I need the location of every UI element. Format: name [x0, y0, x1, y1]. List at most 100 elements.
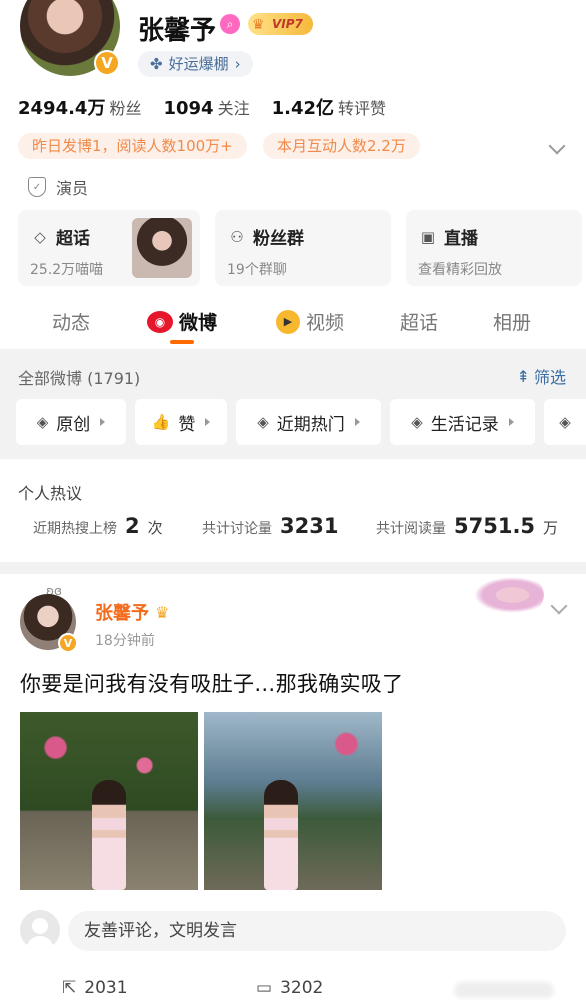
stat-number: 2494.4万 [18, 98, 106, 119]
hot-item-discussion: 共计讨论量 3231 [202, 514, 338, 538]
profile-stats: 2494.4万 粉丝 1094 关注 1.42亿 转评赞 [18, 94, 386, 120]
post-photo-1[interactable] [20, 712, 198, 890]
chip-label: 原创 [56, 414, 91, 435]
personal-hot-section: 个人热议 近期热搜上榜 2 次 共计讨论量 3231 共计阅读量 5751.5 … [0, 470, 586, 562]
hot-label: 共计阅读量 [376, 521, 446, 537]
my-avatar-placeholder [20, 910, 60, 950]
layers-icon: ◈ [559, 413, 571, 431]
expand-chevron-icon[interactable] [548, 137, 566, 155]
author-label: 张馨予 [95, 603, 149, 624]
weibo-logo-icon: ◉ [147, 310, 173, 333]
stat-number: 1094 [163, 98, 214, 119]
like-button-blurred[interactable] [454, 982, 554, 998]
comment-input[interactable]: 友善评论，文明发言 [68, 911, 566, 951]
interaction-tag[interactable]: 本月互动人数2.2万 [263, 133, 420, 159]
post-author-name[interactable]: 张馨予 ♛ [95, 599, 169, 625]
verified-badge-icon: V [58, 633, 78, 653]
stat-number: 1.42亿 [271, 98, 335, 119]
post-text: 你要是问我有没有吸肚子…那我确实吸了 [20, 672, 404, 696]
shield-check-icon: ✓ [28, 177, 46, 197]
tab-label: 微博 [179, 312, 218, 334]
hot-label: 近期热搜上榜 [33, 521, 117, 537]
card-subtitle: 查看精彩回放 [418, 262, 502, 278]
hot-title: 个人热议 [18, 484, 83, 503]
filter-icon: ⇞ [516, 366, 530, 386]
hot-unit: 万 [543, 519, 559, 537]
diamond-icon: ◇ [34, 227, 46, 246]
post-photo-2[interactable] [204, 712, 382, 890]
card-decoration-image [474, 577, 544, 613]
hot-label: 共计讨论量 [202, 521, 272, 537]
chip-recent-hot[interactable]: ◈ 近期热门 [236, 399, 381, 445]
group-icon: ⚇ [230, 227, 244, 246]
role-row: ✓ 演员 [28, 175, 88, 199]
chevron-right-icon: › [234, 55, 241, 73]
luck-label: 好运爆棚 [168, 55, 229, 73]
layers-icon: ◈ [36, 413, 49, 431]
share-icon: ⇱ [62, 978, 77, 998]
hot-value: 3231 [280, 514, 339, 538]
supertopic-thumbnail [132, 218, 192, 278]
chip-life-record[interactable]: ◈ 生活记录 [390, 399, 535, 445]
tab-label: 视频 [306, 312, 345, 334]
stat-label: 关注 [217, 99, 250, 118]
chip-label: 生活记录 [430, 414, 499, 435]
repost-button[interactable]: ⇱ 2031 [62, 978, 128, 998]
caret-right-icon [100, 418, 106, 426]
tab-album[interactable]: 相册 [493, 308, 531, 335]
layers-icon: ◈ [257, 413, 269, 431]
stat-label: 转评赞 [338, 99, 387, 118]
tab-supertopic[interactable]: 超话 [400, 308, 438, 335]
hot-item-reads: 共计阅读量 5751.5 万 [376, 514, 558, 538]
active-tab-indicator [170, 340, 194, 344]
post-menu-chevron-icon[interactable] [550, 597, 568, 615]
chip-liked[interactable]: 👍 赞 [135, 399, 227, 445]
activity-tag[interactable]: 昨日发博1，阅读人数100万+ [18, 133, 247, 159]
card-subtitle: 19个群聊 [227, 262, 287, 278]
stat-fans[interactable]: 2494.4万 粉丝 [18, 94, 141, 120]
luck-pill[interactable]: ✤ 好运爆棚 › [138, 51, 253, 77]
card-title: 直播 [444, 229, 478, 249]
card-fan-group[interactable]: ⚇ 粉丝群 19个群聊 [215, 210, 391, 286]
caret-right-icon [354, 418, 360, 426]
tv-icon: ▣ [420, 227, 436, 246]
comment-button[interactable]: ▭ 3202 [256, 978, 323, 998]
hot-value: 5751.5 [454, 514, 536, 538]
card-live[interactable]: ▣ 直播 查看精彩回放 [406, 210, 582, 286]
comment-count: 3202 [280, 978, 324, 998]
card-title: 粉丝群 [253, 229, 304, 249]
hot-item-trending: 近期热搜上榜 2 次 [33, 514, 163, 538]
all-weibo-count: 全部微博 (1791) [18, 369, 141, 388]
chip-original[interactable]: ◈ 原创 [16, 399, 126, 445]
tab-weibo[interactable]: ◉ 微博 [147, 308, 217, 335]
hot-value: 2 [125, 514, 140, 538]
filter-bar: 全部微博 (1791) ⇞ 筛选 ◈ 原创 👍 赞 ◈ 近期热门 ◈ 生活记录 ◈ [0, 349, 586, 459]
repost-count: 2031 [84, 978, 128, 998]
search-badge-icon[interactable]: ⌕ [220, 14, 240, 34]
profile-name: 张馨予 [138, 16, 217, 46]
chip-more[interactable]: ◈ [544, 399, 586, 445]
crown-icon: ♛ [155, 602, 170, 622]
caret-right-icon [205, 418, 211, 426]
post-timestamp: 18分钟前 [95, 633, 155, 649]
tab-dynamic[interactable]: 动态 [52, 308, 90, 335]
layers-icon: ◈ [411, 413, 423, 431]
card-title: 超话 [56, 229, 90, 249]
filter-button[interactable]: ⇞ 筛选 [517, 364, 566, 388]
stat-following[interactable]: 1094 关注 [163, 95, 249, 119]
stat-interactions[interactable]: 1.42亿 转评赞 [272, 94, 386, 120]
profile-tabs: 动态 ◉ 微博 ▶ 视频 超话 相册 [0, 300, 586, 348]
section-divider [0, 562, 586, 574]
photo-figure [264, 780, 298, 890]
comment-icon: ▭ [256, 978, 273, 998]
caret-right-icon [508, 418, 514, 426]
chip-label: 近期热门 [276, 414, 345, 435]
filter-label: 筛选 [533, 368, 566, 387]
chip-label: 赞 [178, 414, 196, 435]
role-label: 演员 [56, 179, 89, 198]
tab-video[interactable]: ▶ 视频 [276, 308, 344, 335]
crown-icon: ♛ [252, 17, 265, 33]
card-supertopic[interactable]: ◇ 超话 25.2万喵喵 [18, 210, 200, 286]
stat-label: 粉丝 [109, 99, 142, 118]
vip-badge[interactable]: ♛ VIP7 [248, 13, 313, 35]
